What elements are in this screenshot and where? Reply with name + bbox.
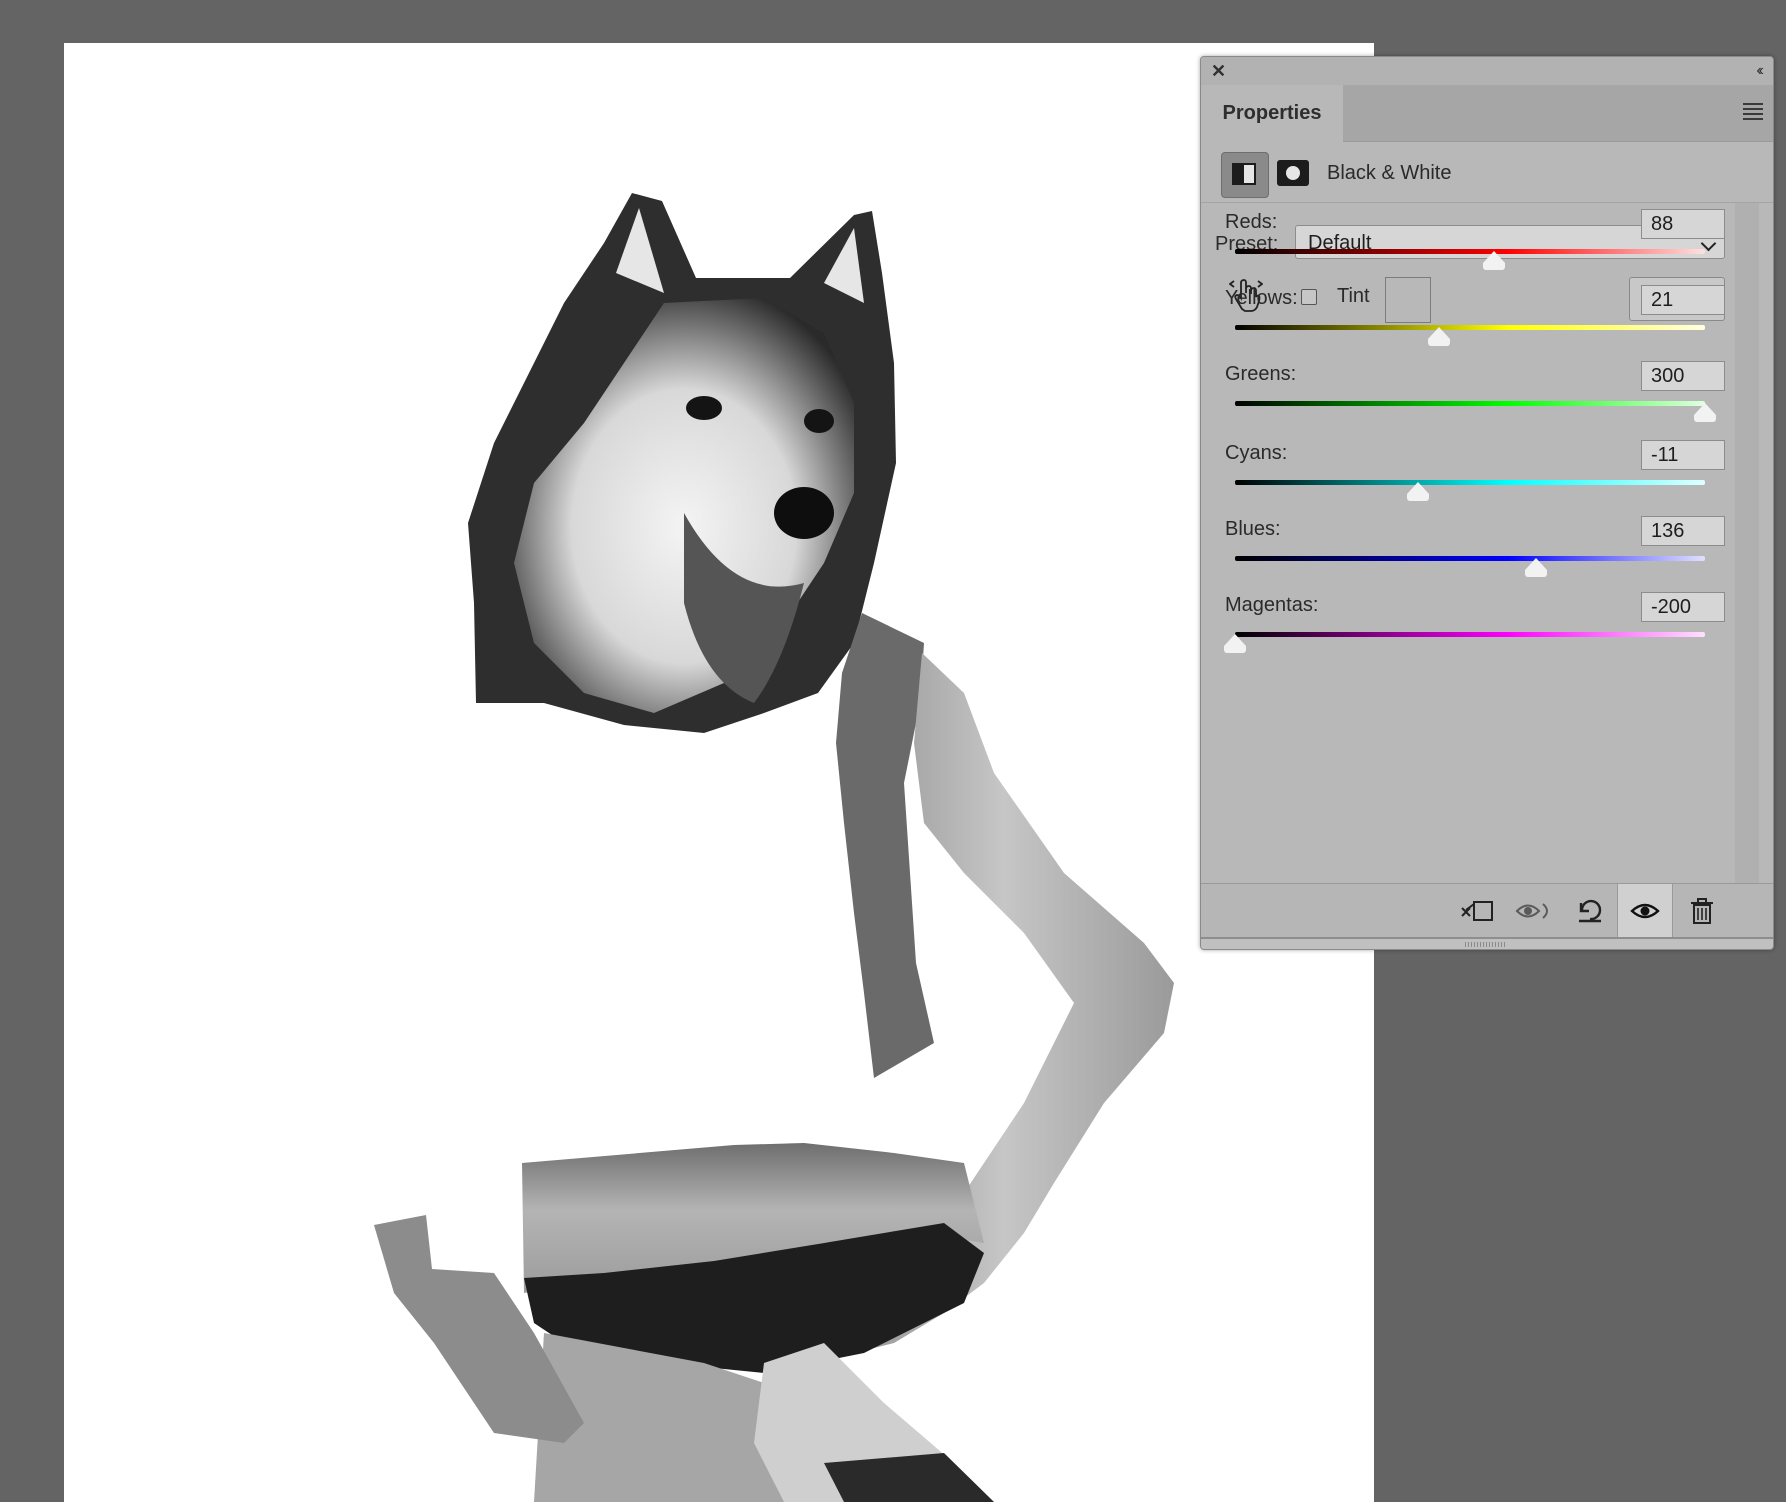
slider-track[interactable]	[1235, 556, 1705, 561]
slider-thumb[interactable]	[1407, 482, 1430, 501]
slider-cyans: Cyans: -11	[1225, 440, 1725, 501]
panel-footer	[1201, 883, 1773, 938]
slider-yellows: Yellows: 21	[1225, 285, 1725, 346]
adjustment-title: Black & White	[1327, 162, 1452, 184]
slider-label: Greens:	[1225, 363, 1297, 385]
slider-thumb[interactable]	[1428, 327, 1451, 346]
adjustment-controls: Preset: Default Tint Auto Reds:88Yellows…	[1201, 203, 1773, 883]
slider-greens: Greens: 300	[1225, 361, 1725, 422]
collage-artwork	[374, 193, 1174, 1502]
dog-head-image	[468, 193, 896, 733]
reset-icon[interactable]	[1563, 884, 1617, 938]
slider-track[interactable]	[1235, 480, 1705, 485]
panel-scrollbar[interactable]	[1735, 203, 1759, 883]
collapse-panel-icon[interactable]: ‹‹	[1756, 60, 1763, 82]
properties-panel: ✕ ‹‹ Properties Black & White Preset: De…	[1200, 56, 1774, 950]
slider-track[interactable]	[1235, 325, 1705, 330]
adjustment-header: Black & White	[1201, 142, 1773, 203]
slider-label: Reds:	[1225, 211, 1278, 233]
slider-value-field[interactable]: -200	[1641, 592, 1725, 622]
slider-label: Yellows:	[1225, 287, 1298, 309]
black-white-adjustment-icon[interactable]	[1221, 152, 1269, 198]
slider-value-field[interactable]: 88	[1641, 209, 1725, 239]
visibility-eye-icon[interactable]	[1617, 884, 1673, 938]
slider-thumb[interactable]	[1524, 558, 1547, 577]
close-icon[interactable]: ✕	[1211, 60, 1226, 82]
tab-properties[interactable]: Properties	[1201, 85, 1343, 142]
slider-track[interactable]	[1235, 401, 1705, 406]
slider-track[interactable]	[1235, 632, 1705, 637]
slider-value-field[interactable]: -11	[1641, 440, 1725, 470]
trash-icon[interactable]	[1675, 884, 1729, 938]
slider-value-field[interactable]: 21	[1641, 285, 1725, 315]
slider-thumb[interactable]	[1224, 634, 1246, 653]
slider-reds: Reds: 88	[1225, 209, 1725, 270]
sleeve-strip-image	[836, 613, 934, 1078]
slider-thumb[interactable]	[1694, 403, 1716, 422]
layer-mask-icon[interactable]	[1277, 160, 1309, 186]
slider-thumb[interactable]	[1482, 251, 1505, 270]
slider-track[interactable]	[1235, 249, 1705, 254]
slider-blues: Blues: 136	[1225, 516, 1725, 577]
slider-label: Magentas:	[1225, 594, 1319, 616]
slider-value-field[interactable]: 136	[1641, 516, 1725, 546]
panel-tab-row: Properties	[1201, 85, 1773, 142]
panel-title-bar[interactable]: ✕ ‹‹	[1201, 57, 1773, 85]
document-canvas[interactable]	[64, 43, 1374, 1502]
slider-magentas: Magentas: -200	[1224, 592, 1725, 653]
clip-to-layer-icon[interactable]	[1451, 884, 1505, 938]
slider-label: Cyans:	[1225, 442, 1288, 464]
view-previous-state-icon[interactable]	[1507, 884, 1561, 938]
panel-menu-icon[interactable]	[1743, 103, 1763, 120]
panel-resize-grip[interactable]	[1201, 937, 1773, 949]
slider-value-field[interactable]: 300	[1641, 361, 1725, 391]
slider-label: Blues:	[1225, 518, 1281, 540]
